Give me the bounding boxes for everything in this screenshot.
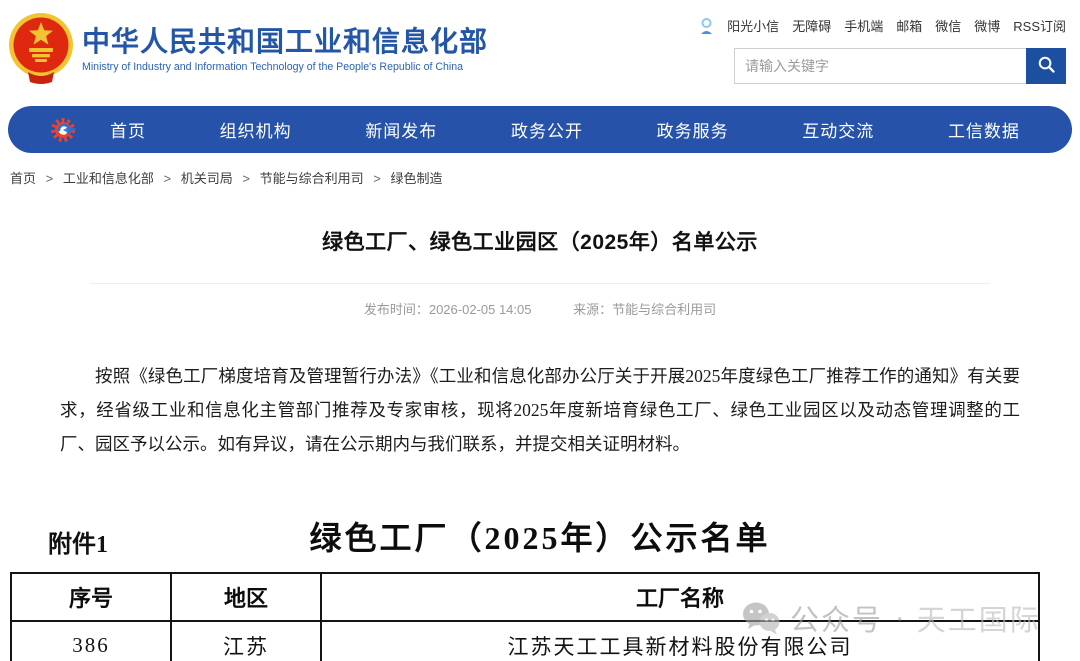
cell-serial-number: 386 (11, 621, 171, 661)
source-label: 来源： (573, 302, 612, 317)
quick-link-mobile[interactable]: 手机端 (844, 16, 883, 35)
breadcrumb-green-manufacturing[interactable]: 绿色制造 (390, 171, 442, 186)
breadcrumb-departments[interactable]: 机关司局 (181, 171, 233, 186)
search-icon (1037, 55, 1056, 77)
breadcrumb: 首页 > 工业和信息化部 > 机关司局 > 节能与综合利用司 > 绿色制造 (0, 153, 1080, 187)
quick-link-weibo[interactable]: 微博 (974, 16, 1000, 35)
miit-gear-logo-icon (50, 116, 78, 144)
quick-link-accessibility[interactable]: 无障碍 (792, 16, 831, 35)
site-title: 中华人民共和国工业和信息化部 (82, 24, 488, 59)
mascot-icon (699, 17, 714, 35)
table-header-region: 地区 (171, 573, 321, 621)
breadcrumb-separator: > (164, 171, 172, 186)
nav-item-gov-disclosure[interactable]: 政务公开 (505, 113, 589, 146)
nav-item-data[interactable]: 工信数据 (942, 113, 1026, 146)
article-title: 绿色工厂、绿色工业园区（2025年）名单公示 (0, 226, 1080, 256)
source-value: 节能与综合利用司 (612, 302, 716, 317)
breadcrumb-energy-dept[interactable]: 节能与综合利用司 (260, 171, 364, 186)
table-header-factory-name: 工厂名称 (321, 573, 1039, 621)
site-header: 中华人民共和国工业和信息化部 Ministry of Industry and … (0, 0, 1080, 100)
nav-item-organization[interactable]: 组织机构 (214, 113, 298, 146)
nav-item-interaction[interactable]: 互动交流 (796, 113, 880, 146)
quick-link-wechat[interactable]: 微信 (935, 16, 961, 35)
quick-link-mail[interactable]: 邮箱 (896, 16, 922, 35)
publish-time: 2026-02-05 14:05 (429, 302, 532, 317)
breadcrumb-separator: > (46, 171, 54, 186)
nav-item-gov-services[interactable]: 政务服务 (651, 113, 735, 146)
search-input[interactable] (734, 48, 1026, 84)
header-utilities: 阳光小信 无障碍 手机端 邮箱 微信 微博 RSS订阅 (734, 12, 1066, 84)
search-bar (734, 48, 1066, 84)
publish-time-label: 发布时间： (364, 302, 429, 317)
table-header-no: 序号 (11, 573, 171, 621)
breadcrumb-miit[interactable]: 工业和信息化部 (63, 171, 154, 186)
main-navigation: 首页 组织机构 新闻发布 政务公开 政务服务 互动交流 工信数据 (8, 106, 1072, 153)
nav-item-home[interactable]: 首页 (104, 113, 152, 146)
article-body: 按照《绿色工厂梯度培育及管理暂行办法》《工业和信息化部办公厅关于开展2025年度… (60, 359, 1020, 461)
cell-factory-name: 江苏天工工具新材料股份有限公司 (321, 621, 1039, 661)
breadcrumb-separator: > (242, 171, 250, 186)
cell-region: 江苏 (171, 621, 321, 661)
nav-item-news[interactable]: 新闻发布 (359, 113, 443, 146)
attachment-document: 附件1 绿色工厂（2025年）公示名单 序号 地区 工厂名称 386 江苏 江苏… (0, 513, 1080, 661)
attachment-label: 附件1 (48, 524, 108, 559)
quick-link-sunshine[interactable]: 阳光小信 (727, 16, 779, 35)
title-divider (90, 283, 990, 284)
green-factory-table: 序号 地区 工厂名称 386 江苏 江苏天工工具新材料股份有限公司 (10, 572, 1040, 661)
site-subtitle: Ministry of Industry and Information Tec… (82, 61, 488, 73)
breadcrumb-separator: > (373, 171, 381, 186)
nav-items: 首页 组织机构 新闻发布 政务公开 政务服务 互动交流 工信数据 (104, 113, 1026, 146)
attachment-title: 绿色工厂（2025年）公示名单 (0, 513, 1080, 559)
site-brand: 中华人民共和国工业和信息化部 Ministry of Industry and … (8, 12, 488, 84)
article-meta: 发布时间：2026-02-05 14:05 来源：节能与综合利用司 (0, 299, 1080, 318)
breadcrumb-home[interactable]: 首页 (10, 171, 36, 186)
table-header-row: 序号 地区 工厂名称 (11, 573, 1039, 621)
search-button[interactable] (1026, 48, 1066, 84)
quick-link-rss[interactable]: RSS订阅 (1013, 16, 1066, 35)
quick-links: 阳光小信 无障碍 手机端 邮箱 微信 微博 RSS订阅 (734, 16, 1066, 35)
national-emblem-icon (8, 12, 74, 84)
table-row: 386 江苏 江苏天工工具新材料股份有限公司 (11, 621, 1039, 661)
